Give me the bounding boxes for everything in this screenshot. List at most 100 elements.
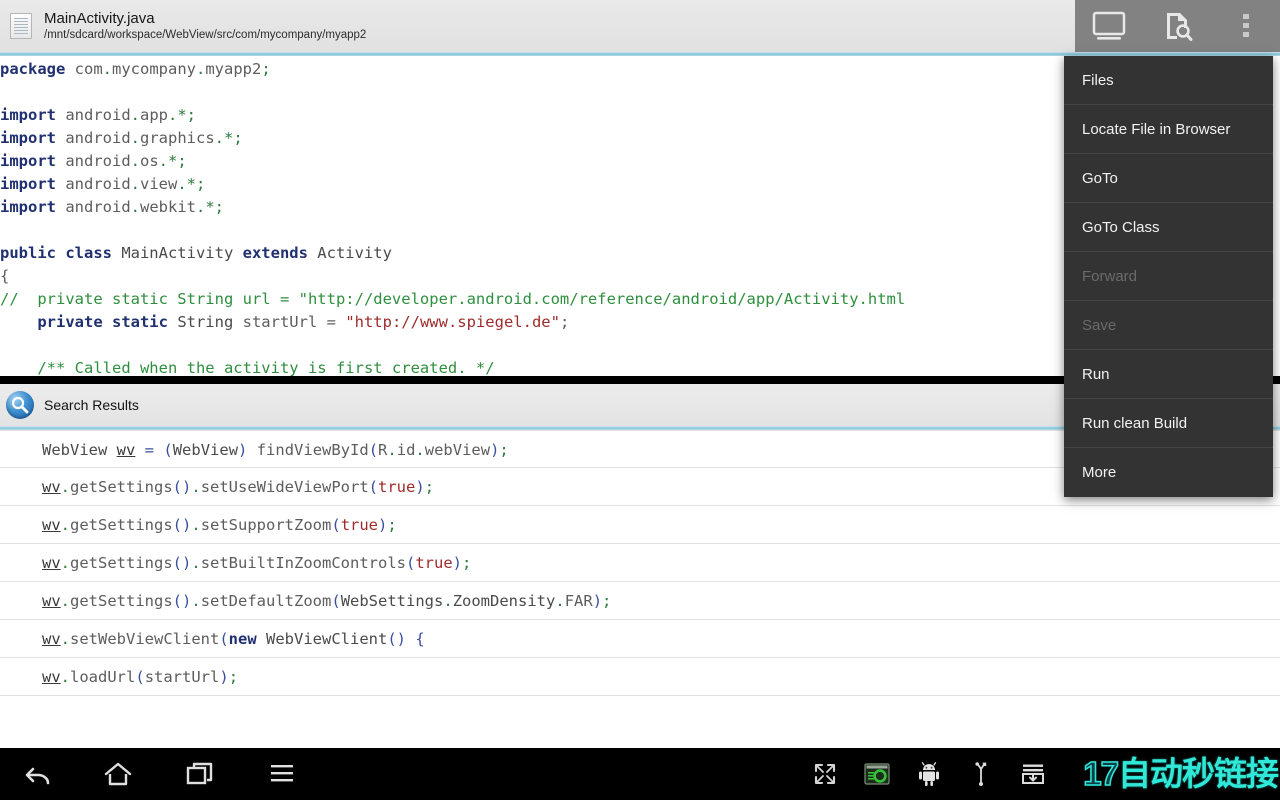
watermark-text: 自动秒链接 (1118, 755, 1279, 792)
code-token: new (228, 630, 257, 648)
code-token: ( (368, 441, 379, 459)
overflow-menu-icon[interactable] (1219, 5, 1273, 47)
display-icon[interactable] (1082, 5, 1136, 47)
code-token: . (130, 198, 140, 216)
menu-item-goto[interactable]: GoTo (1064, 154, 1273, 203)
nav-buttons (14, 748, 304, 800)
code-token: .*; (158, 152, 187, 170)
screen-recorder-icon[interactable] (864, 761, 890, 787)
code-token: import (0, 129, 56, 147)
code-token: getSettings (70, 554, 173, 572)
search-result-row[interactable]: wv.setWebViewClient(new WebViewClient() … (0, 620, 1280, 658)
code-token: package (0, 60, 66, 78)
usb-icon[interactable] (968, 761, 994, 787)
code-token: findViewById (247, 441, 369, 459)
recents-icon[interactable] (178, 752, 222, 796)
code-token: ( (368, 478, 379, 496)
code-token: ) (452, 554, 463, 572)
file-search-icon[interactable] (1150, 5, 1204, 47)
code-token: import (0, 198, 56, 216)
home-icon[interactable] (96, 752, 140, 796)
code-token: myapp2 (205, 60, 262, 78)
code-token: .*; (214, 129, 243, 147)
code-token: ; (462, 554, 472, 572)
download-icon[interactable] (1020, 761, 1046, 787)
code-token: getSettings (70, 516, 173, 534)
code-token: MainActivity (111, 244, 243, 262)
code-token: { (415, 630, 425, 648)
code-token: ; (424, 478, 435, 496)
android-robot-icon[interactable] (916, 761, 942, 787)
code-token: extends (242, 244, 308, 262)
code-token: . (130, 106, 140, 124)
code-token: ) (238, 441, 248, 459)
code-token: id (396, 441, 416, 459)
fullscreen-icon[interactable] (812, 761, 838, 787)
code-token: "http://www.spiegel.de" (345, 313, 560, 331)
watermark: 17自动秒链接 (1083, 754, 1279, 794)
code-token: . (555, 592, 565, 610)
code-token: ) (219, 668, 229, 686)
code-token: . (102, 60, 112, 78)
code-token: = (326, 313, 346, 331)
code-token: () (172, 478, 192, 496)
menu-item-goto-class[interactable]: GoTo Class (1064, 203, 1273, 252)
code-token: .*; (177, 175, 206, 193)
code-token: ( (331, 592, 341, 610)
code-token: . (191, 554, 201, 572)
code-token: android (56, 175, 131, 193)
code-token: startUrl (144, 668, 220, 686)
menu-icon[interactable] (260, 752, 304, 796)
code-token: R (378, 441, 388, 459)
menu-item-files[interactable]: Files (1064, 56, 1273, 105)
code-token: ( (406, 554, 416, 572)
code-token: . (60, 516, 71, 534)
code-token: () (172, 554, 192, 572)
code-token: startUrl (242, 313, 327, 331)
code-token: private static (37, 313, 168, 331)
code-token: ( (219, 630, 229, 648)
menu-item-run[interactable]: Run (1064, 350, 1273, 399)
code-token: WebView (172, 441, 239, 459)
back-icon[interactable] (14, 752, 58, 796)
code-token: wv (42, 630, 61, 648)
search-result-row[interactable]: wv.getSettings().setBuiltInZoomControls(… (0, 544, 1280, 582)
code-token: wv (42, 554, 61, 572)
code-token: android (56, 129, 131, 147)
search-result-row[interactable]: wv.getSettings().setDefaultZoom(WebSetti… (0, 582, 1280, 620)
code-token: os (140, 152, 159, 170)
overflow-dropdown-menu[interactable]: Files Locate File in Browser GoTo GoTo Clas… (1064, 56, 1273, 497)
code-token: import (0, 152, 56, 170)
code-token: = (144, 441, 155, 459)
code-token: webkit (140, 198, 196, 216)
code-token: ) (415, 478, 425, 496)
code-token: ( (331, 516, 341, 534)
code-token: Activity (307, 244, 392, 262)
menu-item-locate-file-in-browser[interactable]: Locate File in Browser (1064, 105, 1273, 154)
code-token: ( (163, 441, 173, 459)
code-token: true (415, 554, 453, 572)
code-token: () (387, 630, 406, 648)
system-navigation-bar: 17自动秒链接 (0, 748, 1280, 800)
code-token: . (191, 478, 201, 496)
code-token: . (60, 668, 71, 686)
code-token: wv (116, 441, 136, 459)
code-token: // private static String url = "http://d… (0, 290, 906, 308)
code-token: . (60, 592, 71, 610)
code-token: { (0, 267, 10, 285)
menu-item-run-clean-build[interactable]: Run clean Build (1064, 399, 1273, 448)
search-icon (6, 391, 34, 419)
search-result-row[interactable]: wv.loadUrl(startUrl); (0, 658, 1280, 696)
menu-item-save: Save (1064, 301, 1273, 350)
code-token: app (140, 106, 168, 124)
search-result-row[interactable]: wv.getSettings().setSupportZoom(true); (0, 506, 1280, 544)
code-token: . (196, 60, 206, 78)
code-token: ) (378, 516, 388, 534)
code-token: public class (0, 244, 112, 262)
menu-item-more[interactable]: More (1064, 448, 1273, 497)
code-token: () (172, 592, 192, 610)
